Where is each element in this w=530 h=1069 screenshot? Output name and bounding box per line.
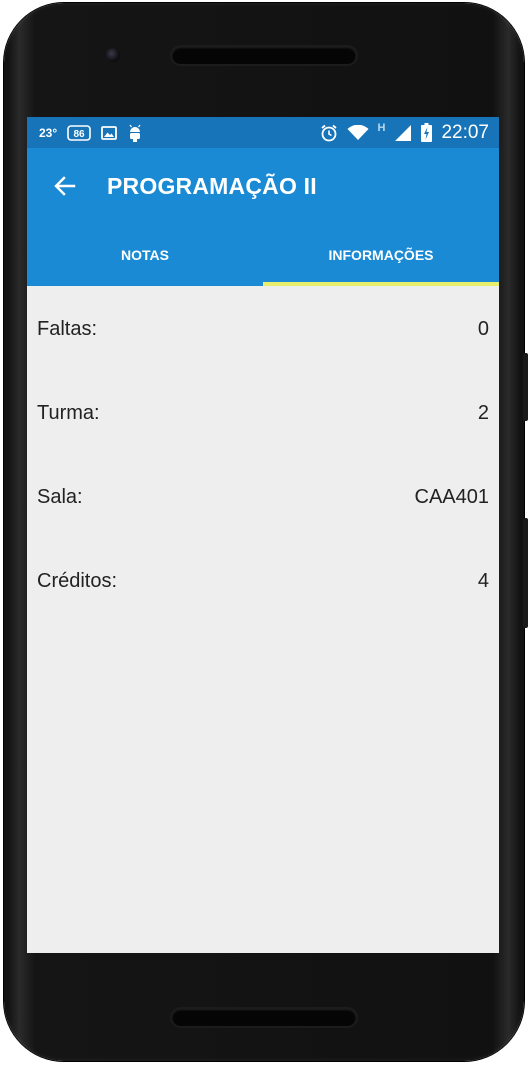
status-bar: 23° 86 H 22:07 <box>27 117 499 148</box>
image-icon <box>101 125 118 141</box>
tab-informacoes[interactable]: INFORMAÇÕES <box>263 234 499 286</box>
status-right-group: H 22:07 <box>320 117 489 148</box>
volume-button <box>523 353 528 421</box>
wifi-icon <box>347 124 369 141</box>
back-button[interactable] <box>49 170 81 202</box>
temperature-text: 23° <box>39 125 58 140</box>
bottom-speaker <box>172 1009 356 1026</box>
page-title: PROGRAMAÇÃO II <box>107 173 317 199</box>
clock-text: 22:07 <box>441 121 489 143</box>
arrow-back-icon <box>54 176 76 196</box>
info-label: Turma: <box>37 402 100 424</box>
alarm-icon <box>320 124 338 142</box>
network-type-text: H <box>377 121 386 134</box>
tab-indicator <box>263 282 499 286</box>
cell-signal-icon <box>394 124 412 142</box>
app-bar: PROGRAMAÇÃO II NOTAS INFORMAÇÕES <box>27 148 499 286</box>
network-badge-text: 86 <box>74 129 86 140</box>
power-button <box>523 518 528 628</box>
info-value: 4 <box>477 570 489 592</box>
info-value: CAA401 <box>414 486 490 508</box>
info-label: Sala: <box>37 486 83 508</box>
tab-notas[interactable]: NOTAS <box>27 234 263 286</box>
earpiece-speaker <box>172 47 356 64</box>
battery-charging-icon <box>421 123 433 142</box>
tab-notas-label: NOTAS <box>121 247 169 263</box>
info-label: Faltas: <box>37 318 98 340</box>
info-value: 0 <box>477 318 489 340</box>
network-badge-icon: 86 <box>67 124 91 141</box>
info-value: 2 <box>477 402 489 424</box>
info-row-creditos: Créditos: 4 <box>27 566 499 596</box>
android-debug-icon <box>127 124 143 142</box>
info-label: Créditos: <box>37 570 118 592</box>
front-camera <box>106 48 120 62</box>
info-row-turma: Turma: 2 <box>27 398 499 428</box>
info-row-sala: Sala: CAA401 <box>27 482 499 512</box>
screen: 23° 86 H 22:07 PROGRAMAÇÃO II NOTAS INFO… <box>27 117 499 953</box>
tab-informacoes-label: INFORMAÇÕES <box>328 247 434 263</box>
tab-bar: NOTAS INFORMAÇÕES <box>27 234 499 286</box>
status-left-group: 23° 86 <box>39 117 143 148</box>
info-row-faltas: Faltas: 0 <box>27 314 499 344</box>
